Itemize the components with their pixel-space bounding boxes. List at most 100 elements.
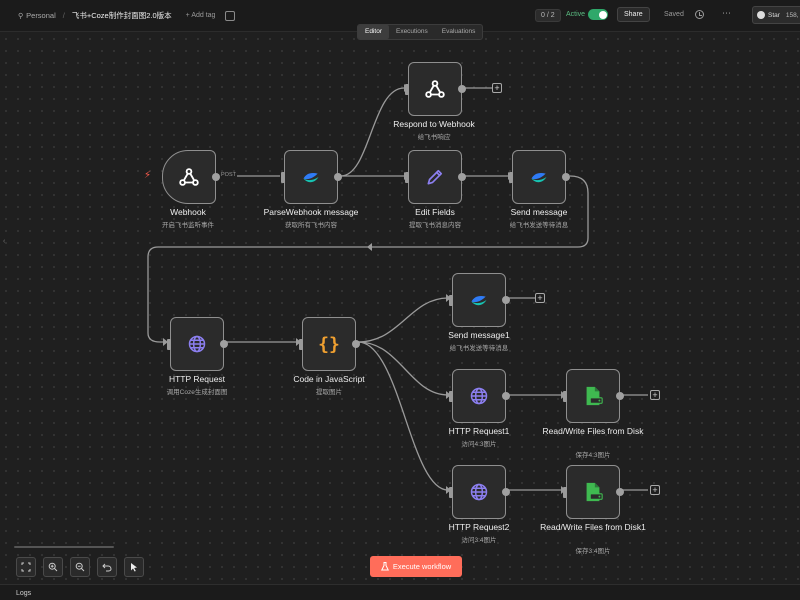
breadcrumb: ⚲ Personal / 飞书+Coze制作封面图2.0版本 <box>18 10 172 21</box>
node-send-message[interactable] <box>509 150 570 204</box>
node-read-write-files-title: Read/Write Files from Disk <box>542 426 644 436</box>
input-port[interactable] <box>449 487 453 498</box>
tab-evaluations[interactable]: Evaluations <box>435 25 483 39</box>
node-http-request-title: HTTP Request <box>168 374 226 384</box>
output-port[interactable] <box>458 85 466 93</box>
node-http-request2[interactable] <box>449 465 510 519</box>
add-node-plus-button[interactable]: + <box>650 485 660 495</box>
github-star-button[interactable]: Star 158, <box>752 6 800 24</box>
output-port[interactable] <box>352 340 360 348</box>
project-link[interactable]: Personal <box>26 11 56 20</box>
fit-view-button[interactable] <box>16 557 36 577</box>
undo-icon <box>102 563 112 572</box>
feishu-icon <box>471 296 487 306</box>
node-read-write-files1-subtitle: 保存3:4图片 <box>575 548 611 555</box>
select-tool-button[interactable] <box>124 557 144 577</box>
output-port[interactable] <box>562 173 570 181</box>
more-icon[interactable]: ⋯ <box>722 8 731 19</box>
output-port[interactable] <box>616 488 624 496</box>
zoom-in-button[interactable] <box>43 557 63 577</box>
node-read-write-files-subtitle: 保存4:3图片 <box>575 452 611 459</box>
input-port[interactable] <box>563 391 567 402</box>
add-node-plus-button[interactable]: + <box>650 390 660 400</box>
trigger-bolt-icon: ⚡ <box>144 170 152 181</box>
history-icon[interactable] <box>695 10 704 19</box>
add-tag-button[interactable]: + Add tag <box>186 12 216 19</box>
github-star-count: 158, <box>785 11 799 19</box>
input-port[interactable] <box>281 172 285 183</box>
add-node-plus-button[interactable]: + <box>492 83 502 93</box>
webhook-icon <box>425 80 445 98</box>
globe-icon <box>188 335 206 353</box>
node-edit-fields[interactable] <box>405 150 466 204</box>
node-send-message-title: Send message <box>510 207 568 217</box>
output-port[interactable] <box>220 340 228 348</box>
input-port[interactable] <box>563 487 567 498</box>
share-button[interactable]: Share <box>617 7 650 22</box>
node-code-javascript[interactable]: {} <box>299 317 360 371</box>
zoom-out-icon <box>75 562 85 572</box>
sidebar-collapse-handle[interactable]: ‹ <box>3 238 5 245</box>
input-port[interactable] <box>509 172 513 183</box>
tab-executions[interactable]: Executions <box>389 25 435 39</box>
workflow-canvas[interactable]: POST ⚡ Webhook 开启飞书监听事件 ParseWebhook mes… <box>0 33 800 584</box>
workflow-title[interactable]: 飞书+Coze制作封面图2.0版本 <box>72 10 172 21</box>
output-port[interactable] <box>502 488 510 496</box>
input-port[interactable] <box>405 172 409 183</box>
arrow-loop <box>367 243 372 251</box>
github-icon <box>757 11 765 19</box>
breadcrumb-separator: / <box>62 11 65 20</box>
active-toggle[interactable] <box>588 9 608 20</box>
add-node-plus-button[interactable]: + <box>535 293 545 303</box>
input-port[interactable] <box>299 339 303 350</box>
node-respond-webhook[interactable] <box>405 62 466 116</box>
execute-workflow-label: Execute workflow <box>392 562 452 571</box>
node-parse-webhook[interactable] <box>281 150 342 204</box>
logs-panel-toggle[interactable]: Logs <box>0 584 800 600</box>
output-port[interactable] <box>458 173 466 181</box>
zoom-in-icon <box>48 562 58 572</box>
input-port[interactable] <box>449 295 453 306</box>
node-webhook-title: Webhook <box>170 207 206 217</box>
node-http-request1-subtitle: 访问4:3图片 <box>461 441 497 448</box>
input-port[interactable] <box>405 84 409 95</box>
output-port[interactable] <box>616 392 624 400</box>
input-port[interactable] <box>449 391 453 402</box>
node-read-write-files1-title: Read/Write Files from Disk1 <box>540 522 646 532</box>
flask-icon <box>380 562 389 571</box>
node-code-javascript-title: Code in JavaScript <box>293 374 365 384</box>
globe-icon <box>470 387 488 405</box>
fit-view-icon <box>21 562 31 572</box>
tab-editor[interactable]: Editor <box>358 25 389 39</box>
view-tabs: Editor Executions Evaluations <box>357 24 484 40</box>
node-http-request[interactable] <box>167 317 228 371</box>
node-webhook[interactable] <box>162 150 220 204</box>
output-port[interactable] <box>502 296 510 304</box>
edge-code-http2 <box>357 341 449 491</box>
execute-workflow-button[interactable]: Execute workflow <box>370 556 462 577</box>
node-respond-webhook-title: Respond to Webhook <box>393 119 475 129</box>
node-send-message1-title: Send message1 <box>448 330 510 340</box>
input-port[interactable] <box>167 339 171 350</box>
output-port[interactable] <box>502 392 510 400</box>
github-star-label: Star <box>768 11 780 19</box>
webhook-icon <box>179 168 199 186</box>
pencil-icon <box>427 169 443 185</box>
active-label: Active <box>566 11 586 18</box>
node-read-write-files1[interactable] <box>563 465 624 519</box>
external-link-icon[interactable] <box>225 10 236 21</box>
output-port[interactable] <box>334 173 342 181</box>
node-respond-webhook-subtitle: 给飞书响应 <box>417 134 451 141</box>
node-http-request1[interactable] <box>449 369 510 423</box>
feishu-icon <box>303 173 319 183</box>
execution-counter: 0 / 2 <box>535 9 561 22</box>
cursor-icon <box>131 563 137 572</box>
node-read-write-files[interactable] <box>563 369 624 423</box>
globe-icon <box>470 483 488 501</box>
node-send-message1[interactable] <box>449 273 510 327</box>
connection-lines <box>147 84 648 494</box>
zoom-out-button[interactable] <box>70 557 90 577</box>
undo-button[interactable] <box>97 557 117 577</box>
output-port[interactable] <box>212 173 220 181</box>
file-disk-icon <box>586 386 603 406</box>
